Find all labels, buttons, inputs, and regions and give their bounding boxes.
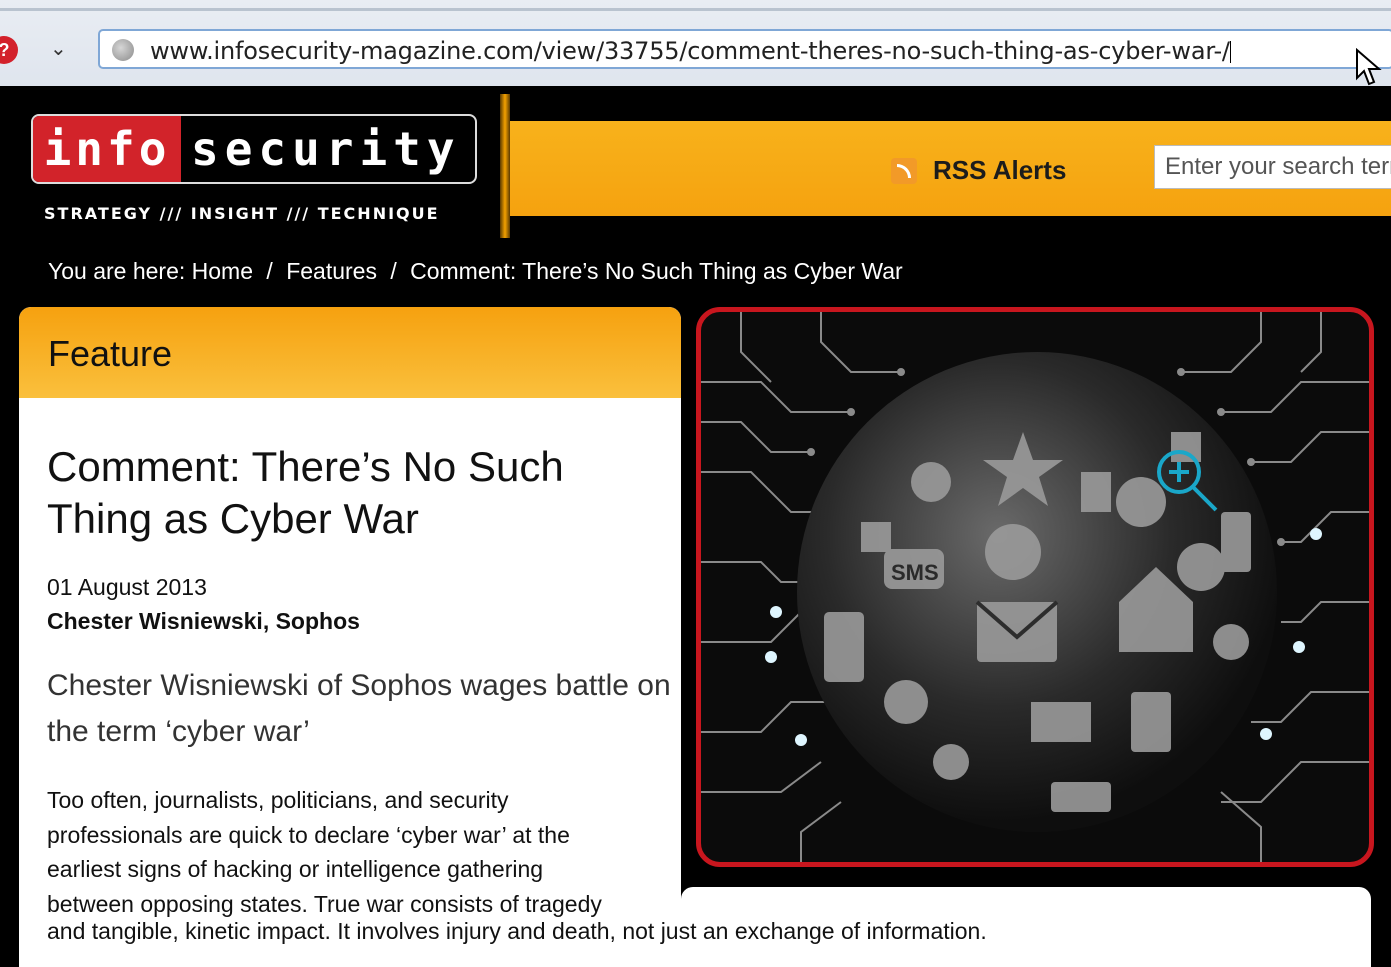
site-logo[interactable]: info security bbox=[31, 114, 477, 184]
browser-toolbar: ? ⌄ www.infosecurity-magazine.com/view/3… bbox=[0, 0, 1391, 86]
mouse-cursor-icon bbox=[1356, 48, 1382, 86]
chevron-down-icon[interactable]: ⌄ bbox=[50, 36, 67, 60]
section-label: Feature bbox=[48, 333, 173, 374]
article-author: Chester Wisniewski, Sophos bbox=[47, 608, 360, 634]
rss-icon[interactable] bbox=[891, 158, 917, 184]
body-line: and tangible, kinetic impact. It involve… bbox=[47, 918, 987, 944]
body-line: earliest signs of hacking or intelligenc… bbox=[47, 856, 544, 882]
body-line: Too often, journalists, politicians, and… bbox=[47, 787, 509, 813]
breadcrumb-separator: / bbox=[266, 258, 273, 284]
article-title: Comment: There’s No Such Thing as Cyber … bbox=[47, 443, 564, 542]
breadcrumb: You are here: Home / Features / Comment:… bbox=[48, 258, 903, 285]
breadcrumb-current: Comment: There’s No Such Thing as Cyber … bbox=[410, 258, 903, 284]
header-divider bbox=[500, 94, 510, 238]
breadcrumb-features[interactable]: Features bbox=[286, 258, 377, 284]
logo-tagline: STRATEGY /// INSIGHT /// TECHNIQUE bbox=[44, 204, 440, 223]
globe-icon bbox=[112, 39, 134, 61]
address-bar[interactable]: www.infosecurity-magazine.com/view/33755… bbox=[98, 29, 1391, 69]
url-text[interactable]: www.infosecurity-magazine.com/view/33755… bbox=[150, 37, 1231, 65]
logo-info-text: info bbox=[33, 116, 181, 182]
article-date: 01 August 2013 bbox=[47, 574, 207, 600]
sms-label: SMS bbox=[891, 560, 939, 585]
breadcrumb-prefix: You are here: bbox=[48, 258, 186, 284]
article-panel: Feature Comment: There’s No Such Thing a… bbox=[19, 307, 681, 967]
breadcrumb-home[interactable]: Home bbox=[192, 258, 253, 284]
body-line: between opposing states. True war consis… bbox=[47, 890, 602, 917]
text-caret bbox=[1229, 41, 1231, 63]
breadcrumb-separator: / bbox=[390, 258, 397, 284]
body-line: professionals are quick to declare ‘cybe… bbox=[47, 821, 570, 848]
url-value[interactable]: www.infosecurity-magazine.com/view/33755… bbox=[150, 37, 1230, 65]
tabstrip-edge bbox=[0, 8, 1391, 11]
rss-alerts-link[interactable]: RSS Alerts bbox=[933, 155, 1066, 186]
article-standfirst: Chester Wisniewski of Sophos wages battl… bbox=[47, 669, 671, 748]
globe-of-icons-image: SMS bbox=[701, 312, 1369, 862]
search-input[interactable] bbox=[1154, 145, 1391, 189]
logo-security-text: security bbox=[191, 122, 461, 176]
extension-icon[interactable]: ? bbox=[0, 36, 18, 64]
article-hero-image: SMS bbox=[696, 307, 1374, 867]
article-body: Too often, journalists, politicians, and… bbox=[47, 783, 667, 921]
